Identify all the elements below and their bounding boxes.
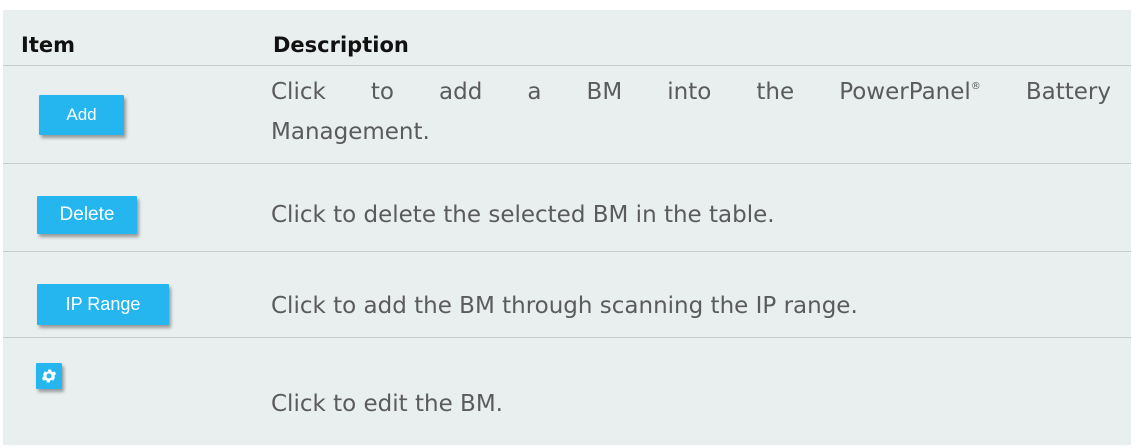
table-row: Add Click to add a BM into the PowerPane… [3,65,1131,164]
row-description: Click to add a BM into the PowerPanel® B… [271,72,1111,152]
table-header-row: Item Description [3,10,1131,66]
header-description: Description [273,33,409,57]
button-description-table: Item Description Add Click to add a BM i… [3,10,1131,445]
table-row: Click to edit the BM. [3,338,1131,445]
description-line-1: Click to add a BM into the PowerPanel® B… [271,72,1111,112]
delete-button[interactable]: Delete [37,196,137,234]
description-line-2: Management. [271,119,430,145]
ip-range-button[interactable]: IP Range [37,284,169,325]
row-description: Click to add the BM through scanning the… [271,293,858,319]
table-row: IP Range Click to add the BM through sca… [3,252,1131,338]
row-description: Click to delete the selected BM in the t… [271,202,775,228]
gear-icon [41,369,57,383]
table-row: Delete Click to delete the selected BM i… [3,164,1131,252]
row-description: Click to edit the BM. [271,391,503,417]
description-text-end: Battery [980,79,1111,105]
description-text: Click to add a BM into the PowerPanel [271,79,971,105]
registered-mark: ® [970,81,981,92]
settings-button[interactable] [36,363,62,389]
add-button[interactable]: Add [39,95,124,135]
header-item: Item [21,33,75,57]
